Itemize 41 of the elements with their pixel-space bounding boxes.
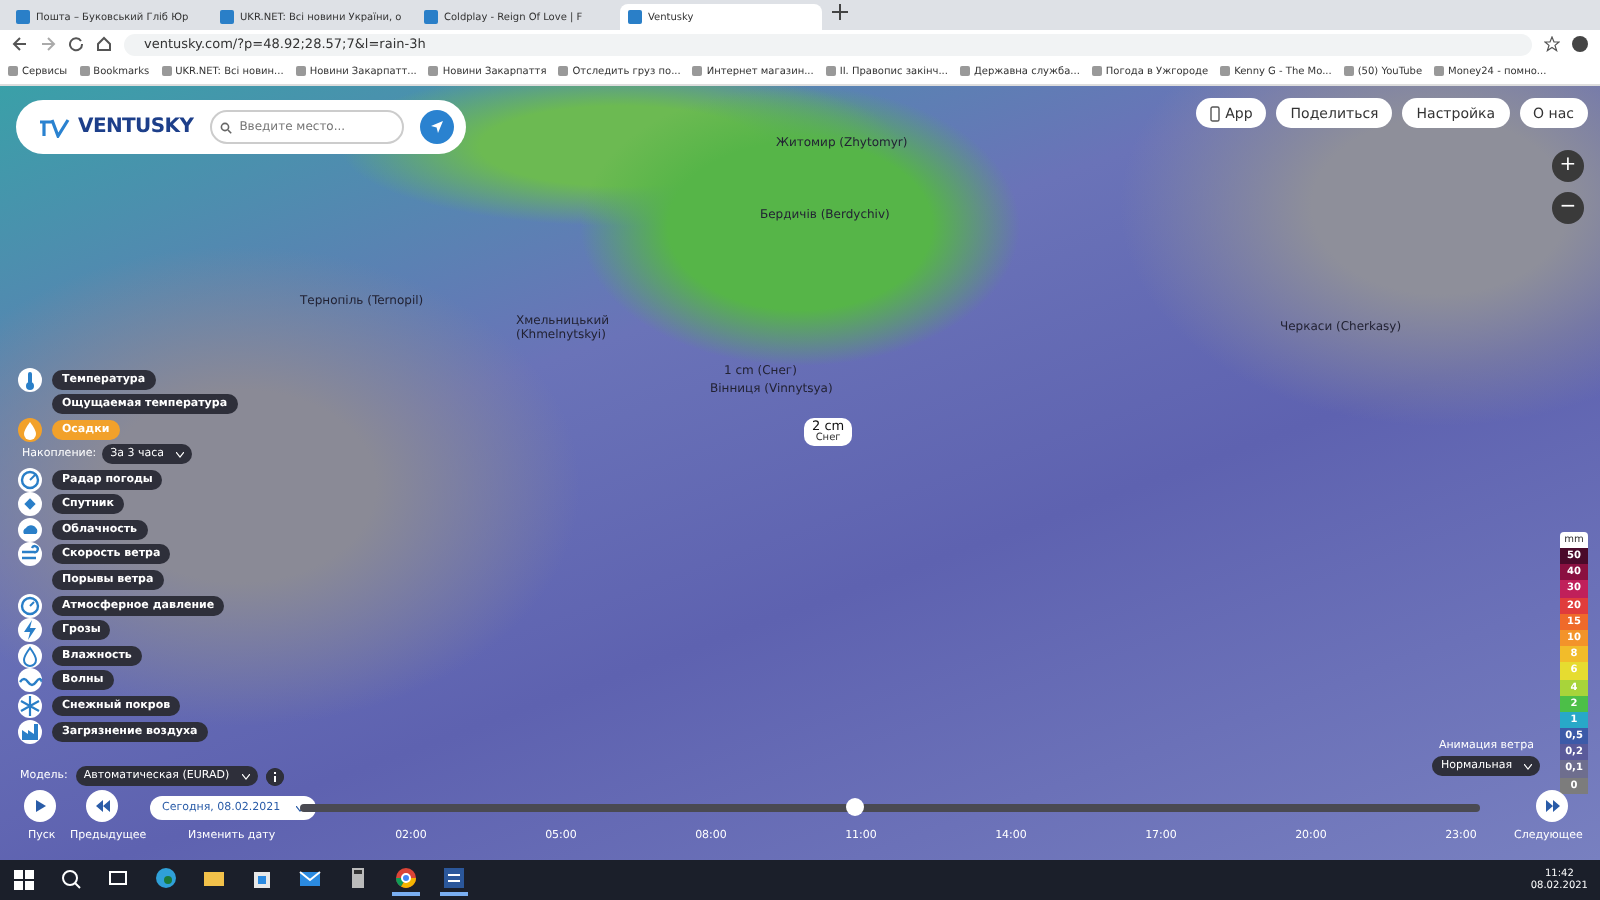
- wind-icon[interactable]: [18, 542, 42, 567]
- radar-icon[interactable]: [18, 467, 42, 492]
- lightning-icon[interactable]: [18, 618, 42, 643]
- drop-icon[interactable]: [18, 417, 42, 442]
- navigation-arrow-icon: [430, 120, 444, 134]
- diamond-icon[interactable]: [18, 492, 42, 517]
- star-icon[interactable]: [1544, 36, 1560, 52]
- fast-forward-icon: [1545, 800, 1559, 812]
- profile-icon[interactable]: [1572, 36, 1588, 52]
- play-button[interactable]: [24, 790, 56, 822]
- caret-icon: [241, 773, 250, 779]
- back-icon[interactable]: [12, 36, 28, 52]
- play-icon: [34, 800, 46, 812]
- logo-text[interactable]: VENTUSKY: [78, 116, 194, 138]
- caret-icon: [176, 451, 185, 458]
- reload-icon[interactable]: [68, 36, 84, 52]
- next-button[interactable]: [1536, 790, 1568, 822]
- zoom-in-button[interactable]: +: [1552, 150, 1584, 182]
- word-icon[interactable]: [440, 864, 468, 896]
- timeline-thumb[interactable]: [845, 798, 864, 816]
- info-icon[interactable]: [265, 767, 284, 785]
- wave-icon[interactable]: [18, 668, 42, 693]
- timeline-track[interactable]: [300, 804, 1480, 812]
- new-tab-icon[interactable]: [832, 4, 848, 26]
- snowflake-icon[interactable]: [18, 693, 42, 718]
- logo-icon[interactable]: [40, 117, 72, 137]
- rewind-icon: [95, 800, 109, 812]
- thermometer-icon[interactable]: [18, 367, 42, 392]
- previous-button[interactable]: [86, 790, 118, 822]
- location-button[interactable]: [420, 110, 454, 144]
- caret-icon: [1524, 763, 1532, 769]
- drop-icon[interactable]: [18, 643, 42, 668]
- chrome-icon[interactable]: [392, 864, 420, 896]
- home-icon[interactable]: [96, 36, 112, 52]
- gauge-icon[interactable]: [18, 593, 42, 618]
- phone-icon: [1209, 105, 1220, 121]
- search-icon: [219, 121, 232, 133]
- zoom-out-button[interactable]: −: [1552, 192, 1584, 224]
- factory-icon[interactable]: [18, 719, 42, 744]
- windows-start-icon[interactable]: [12, 868, 36, 892]
- cloud-icon[interactable]: [18, 517, 42, 542]
